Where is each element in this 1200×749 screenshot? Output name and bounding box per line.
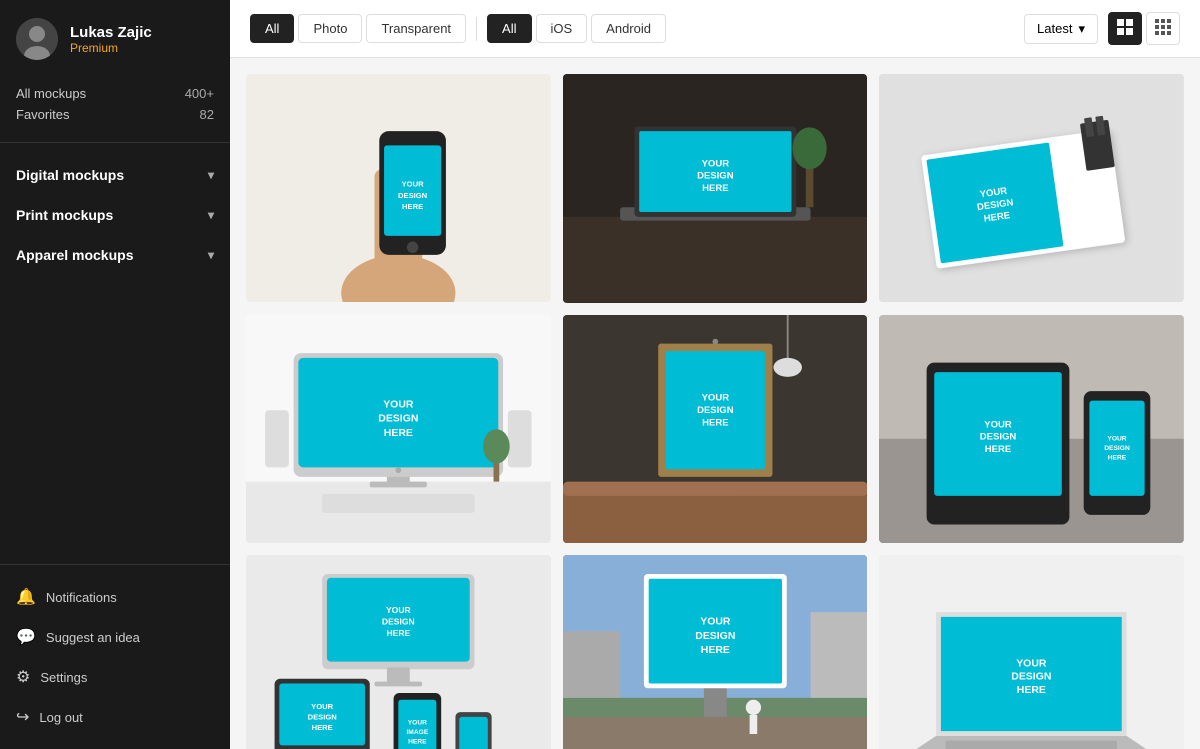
main-content: All Photo Transparent All iOS Android La… xyxy=(230,0,1200,749)
svg-text:DESIGN: DESIGN xyxy=(697,171,734,182)
svg-text:DESIGN: DESIGN xyxy=(1105,445,1131,452)
svg-text:YOUR: YOUR xyxy=(386,605,411,615)
mockup-grid-container: YOUR DESIGN HERE YOUR xyxy=(230,58,1200,749)
svg-text:DESIGN: DESIGN xyxy=(378,413,418,424)
sidebar-profile[interactable]: Lukas Zajic Premium xyxy=(0,0,230,78)
svg-text:YOUR: YOUR xyxy=(311,702,333,711)
suggest-label: Suggest an idea xyxy=(46,630,140,645)
svg-text:DESIGN: DESIGN xyxy=(398,191,427,200)
mockup-card-8[interactable]: YOUR DESIGN HERE xyxy=(563,555,868,749)
chevron-down-icon: ▾ xyxy=(208,248,214,262)
chevron-down-icon: ▾ xyxy=(208,168,214,182)
profile-badge: Premium xyxy=(70,41,152,55)
svg-text:HERE: HERE xyxy=(700,645,729,656)
sort-chevron-icon: ▾ xyxy=(1078,21,1085,37)
svg-text:HERE: HERE xyxy=(386,628,410,638)
profile-info: Lukas Zajic Premium xyxy=(70,24,152,55)
svg-text:YOUR: YOUR xyxy=(701,392,729,403)
svg-text:HERE: HERE xyxy=(702,417,728,428)
mockup-card-9[interactable]: YOUR DESIGN HERE xyxy=(879,555,1184,749)
settings-label: Settings xyxy=(40,670,87,685)
mockup-card-4[interactable]: YOUR DESIGN HERE xyxy=(246,315,551,543)
chevron-down-icon: ▾ xyxy=(208,208,214,222)
svg-text:HERE: HERE xyxy=(402,202,423,211)
svg-text:HERE: HERE xyxy=(702,183,728,194)
svg-text:YOUR: YOUR xyxy=(383,399,414,410)
all-mockups-count: 400+ xyxy=(185,86,214,101)
svg-text:DESIGN: DESIGN xyxy=(382,616,415,626)
svg-text:HERE: HERE xyxy=(384,427,413,438)
svg-text:YOUR: YOUR xyxy=(402,179,424,188)
topbar-right: Latest ▾ xyxy=(1024,12,1180,45)
sidebar-item-digital-mockups[interactable]: Digital mockups ▾ xyxy=(0,155,230,195)
svg-text:IMAGE: IMAGE xyxy=(406,729,428,736)
mockup-card-2[interactable]: YOUR DESIGN HERE xyxy=(563,74,868,303)
sidebar-nav: Digital mockups ▾ Print mockups ▾ Appare… xyxy=(0,147,230,564)
print-mockups-label: Print mockups xyxy=(16,207,113,223)
profile-name: Lukas Zajic xyxy=(70,24,152,41)
logout-icon: ↪ xyxy=(16,707,29,727)
filter-all-type[interactable]: All xyxy=(250,14,294,43)
sidebar-item-notifications[interactable]: 🔔 Notifications xyxy=(0,577,230,617)
chat-icon: 💬 xyxy=(16,627,36,647)
svg-text:DESIGN: DESIGN xyxy=(1012,672,1052,683)
sidebar-bottom: 🔔 Notifications 💬 Suggest an idea ⚙ Sett… xyxy=(0,564,230,749)
digital-mockups-label: Digital mockups xyxy=(16,167,124,183)
svg-text:YOUR: YOUR xyxy=(1017,658,1048,669)
avatar xyxy=(16,18,58,60)
svg-text:HERE: HERE xyxy=(408,738,427,745)
svg-text:HERE: HERE xyxy=(985,444,1011,455)
svg-text:YOUR: YOUR xyxy=(700,617,731,628)
grid-view-button[interactable] xyxy=(1108,12,1142,45)
sidebar: Lukas Zajic Premium All mockups 400+ Fav… xyxy=(0,0,230,749)
sort-dropdown[interactable]: Latest ▾ xyxy=(1024,14,1098,44)
mockup-card-1[interactable]: YOUR DESIGN HERE xyxy=(246,74,551,302)
sidebar-item-print-mockups[interactable]: Print mockups ▾ xyxy=(0,195,230,235)
sidebar-counts: All mockups 400+ Favorites 82 xyxy=(0,78,230,138)
svg-text:HERE: HERE xyxy=(1108,454,1127,461)
sidebar-item-settings[interactable]: ⚙ Settings xyxy=(0,657,230,697)
svg-text:DESIGN: DESIGN xyxy=(695,631,735,642)
sidebar-divider xyxy=(0,142,230,143)
sort-label: Latest xyxy=(1037,21,1072,36)
all-mockups-row[interactable]: All mockups 400+ xyxy=(16,86,214,101)
svg-text:YOUR: YOUR xyxy=(1108,435,1127,442)
mockup-card-6[interactable]: YOUR DESIGN HERE YOUR DESIGN HERE xyxy=(879,315,1184,543)
bell-icon: 🔔 xyxy=(16,587,36,607)
mockup-grid: YOUR DESIGN HERE YOUR xyxy=(246,74,1184,749)
filter-photo[interactable]: Photo xyxy=(298,14,362,43)
all-mockups-label: All mockups xyxy=(16,86,86,101)
logout-label: Log out xyxy=(39,710,82,725)
filter-ios[interactable]: iOS xyxy=(536,14,588,43)
mockup-card-7[interactable]: YOUR DESIGN HERE YOUR DESIGN HERE YOUR I… xyxy=(246,555,551,749)
sidebar-item-logout[interactable]: ↪ Log out xyxy=(0,697,230,737)
list-view-button[interactable] xyxy=(1146,12,1180,45)
filter-all-device[interactable]: All xyxy=(487,14,531,43)
filter-transparent[interactable]: Transparent xyxy=(366,14,466,43)
svg-text:YOUR: YOUR xyxy=(408,719,427,726)
svg-text:DESIGN: DESIGN xyxy=(697,405,734,416)
apparel-mockups-label: Apparel mockups xyxy=(16,247,133,263)
notifications-label: Notifications xyxy=(46,590,117,605)
gear-icon: ⚙ xyxy=(16,667,30,687)
view-toggle xyxy=(1108,12,1180,45)
filter-group: All Photo Transparent All iOS Android xyxy=(250,14,666,43)
sidebar-item-suggest[interactable]: 💬 Suggest an idea xyxy=(0,617,230,657)
svg-text:HERE: HERE xyxy=(1017,685,1046,696)
favorites-label: Favorites xyxy=(16,107,69,122)
svg-text:DESIGN: DESIGN xyxy=(308,713,337,722)
favorites-count: 82 xyxy=(200,107,214,122)
svg-text:HERE: HERE xyxy=(312,723,333,732)
filter-android[interactable]: Android xyxy=(591,14,666,43)
topbar: All Photo Transparent All iOS Android La… xyxy=(230,0,1200,58)
mockup-card-3[interactable]: YOUR DESIGN HERE xyxy=(879,74,1184,302)
mockup-card-5[interactable]: YOUR DESIGN HERE xyxy=(563,315,868,544)
svg-text:DESIGN: DESIGN xyxy=(980,431,1017,442)
svg-text:YOUR: YOUR xyxy=(985,419,1013,430)
filter-divider xyxy=(476,17,477,41)
svg-text:YOUR: YOUR xyxy=(701,158,729,169)
favorites-row[interactable]: Favorites 82 xyxy=(16,107,214,122)
sidebar-item-apparel-mockups[interactable]: Apparel mockups ▾ xyxy=(0,235,230,275)
